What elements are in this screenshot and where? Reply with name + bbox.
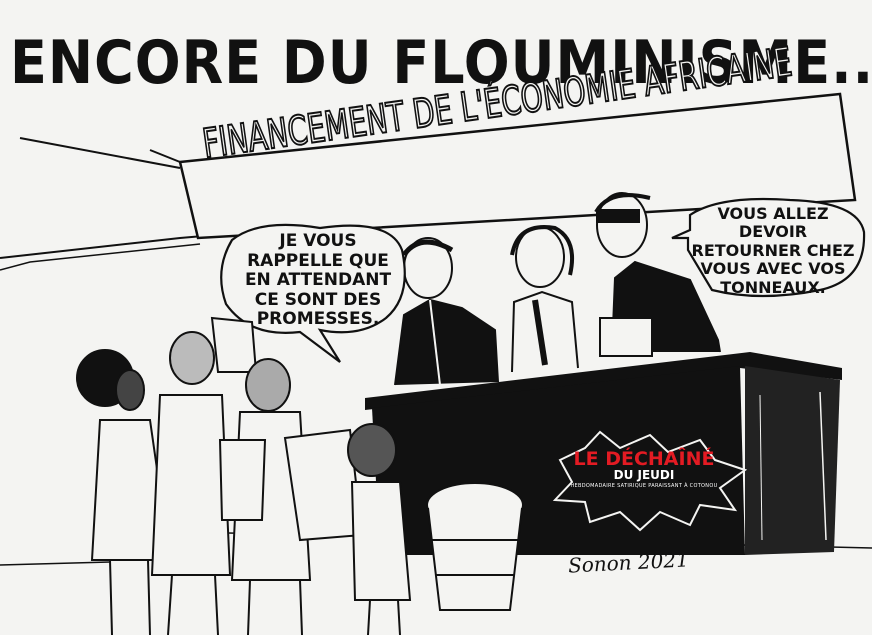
cartoon: ENCORE DU FLOUMINISME... FINANCEMENT DE … [0,0,872,635]
speech-bubble-left-text: JE VOUS RAPPELLE QUE EN ATTENDANT CE SON… [244,231,392,330]
official-left [394,237,499,386]
elder-queue [150,331,232,635]
man-with-pot-head [210,316,364,635]
speech-bubble-right-text: VOUS ALLEZ DEVOIR RETOURNER CHEZ VOUS AV… [691,204,855,297]
logo-sub: DU JEUDI [613,468,675,482]
logo-tagline: HEBDOMADAIRE SATIRIQUE PARAISSANT À COTO… [570,483,718,489]
official-middle [510,225,579,373]
newspaper-logo: LE DÉCHAÎNÉ DU JEUDI HEBDOMADAIRE SATIRI… [560,448,728,489]
logo-main: LE DÉCHAÎNÉ [573,448,715,470]
